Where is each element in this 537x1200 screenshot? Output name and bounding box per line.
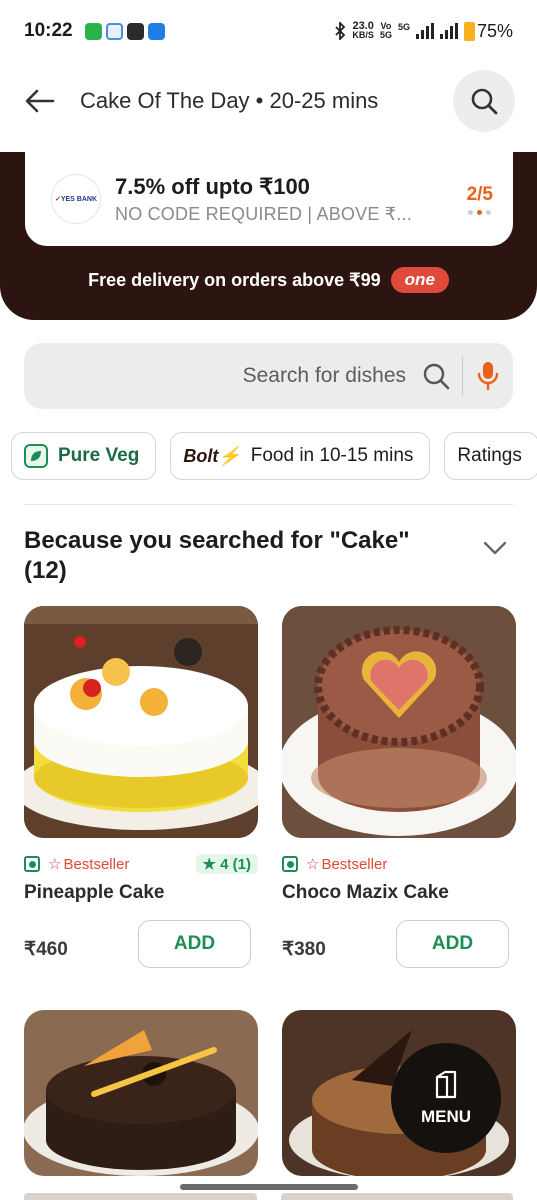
status-bar: 10:22 23.0 KB/S Vo 5G 5G 75% — [0, 0, 537, 62]
add-button[interactable]: ADD — [396, 920, 509, 968]
offer-card[interactable]: ✓ YES BANK 7.5% off upto ₹100 NO CODE REQ… — [25, 152, 513, 246]
offer-subtitle: NO CODE REQUIRED | ABOVE ₹... — [115, 203, 412, 224]
rating-pill: ★ 4 (1) — [195, 854, 258, 874]
one-badge: one — [390, 267, 449, 293]
filter-bolt[interactable]: Bolt⚡ Food in 10-15 mins — [170, 432, 431, 480]
veg-indicator-icon — [282, 856, 298, 872]
cake-illustration — [24, 606, 258, 838]
add-button[interactable]: ADD — [138, 920, 251, 968]
veg-indicator-icon — [24, 856, 40, 872]
section-title-line1: Because you searched for "Cake" — [24, 527, 410, 554]
rating-value: 4 (1) — [220, 856, 251, 873]
free-delivery-banner: Free delivery on orders above ₹99 one — [0, 267, 537, 293]
notification-icons — [84, 22, 165, 40]
microphone-icon[interactable] — [477, 361, 499, 391]
menu-button-label: MENU — [420, 1107, 472, 1126]
offer-dots — [467, 209, 493, 215]
offer-text: 7.5% off upto ₹100 NO CODE REQUIRED | AB… — [115, 174, 467, 225]
search-icon — [423, 363, 450, 390]
bestseller-star-icon: ☆ — [306, 856, 320, 873]
section-title: Because you searched for "Cake" (12) — [24, 526, 444, 586]
search-icon — [471, 88, 498, 115]
battery: 75% — [463, 20, 513, 42]
network-type: 5G — [397, 21, 410, 32]
status-time: 10:22 — [24, 20, 73, 41]
leaf-icon — [24, 444, 48, 468]
item-meta: ☆ Bestseller — [282, 852, 516, 876]
item-name: Pineapple Cake — [24, 882, 165, 903]
filter-ratings-label: Ratings — [457, 445, 522, 466]
bolt-logo: Bolt⚡ — [183, 446, 240, 467]
lightning-icon: ⚡ — [218, 445, 241, 466]
battery-icon — [463, 21, 475, 41]
truecaller-icon — [147, 22, 165, 40]
back-button[interactable] — [0, 62, 80, 140]
battery-percent: 75% — [476, 20, 513, 41]
choco-mazix-cake-image[interactable] — [282, 606, 516, 838]
menu-book-icon — [435, 1070, 457, 1099]
next-row-preview — [24, 1193, 513, 1200]
item-meta: ☆ Bestseller ★ 4 (1) — [24, 852, 258, 876]
signal-icon-2 — [439, 23, 458, 39]
whatsapp-icon — [84, 22, 102, 40]
net-speed: 23.0 KB/S — [352, 21, 374, 40]
dish-search-bar[interactable]: Search for dishes — [24, 343, 513, 409]
photos-icon — [105, 22, 123, 40]
filter-pure-veg-label: Pure Veg — [58, 445, 140, 466]
bank-logo-icon: ✓ YES BANK — [51, 174, 101, 224]
bestseller-badge: Bestseller — [63, 855, 130, 873]
section-count: (12) — [24, 557, 67, 584]
offer-band: ✓ YES BANK 7.5% off upto ₹100 NO CODE REQ… — [0, 152, 537, 320]
bolt-brand: Bolt — [183, 445, 219, 466]
free-delivery-text: Free delivery on orders above ₹99 — [88, 269, 381, 290]
bank-name: YES BANK — [60, 195, 98, 203]
filter-ratings[interactable]: Ratings — [444, 432, 537, 480]
section-divider — [24, 504, 513, 505]
offer-page-number: 2/5 — [466, 183, 493, 205]
cake-illustration — [282, 606, 516, 838]
header-search-button[interactable] — [453, 70, 515, 132]
signal-icon-1 — [415, 23, 434, 39]
filter-chips: Pure Veg Bolt⚡ Food in 10-15 mins Rating… — [11, 432, 537, 480]
top-header: Cake Of The Day • 20-25 mins — [0, 62, 537, 140]
menu-item-card[interactable]: ☆ Bestseller Choco Mazix Cake ₹380 ADD — [282, 606, 516, 968]
back-arrow-icon — [25, 89, 55, 113]
search-input[interactable]: Search for dishes — [243, 364, 406, 388]
restaurant-title: Cake Of The Day • 20-25 mins — [80, 88, 379, 113]
menu-item-card[interactable]: ☆ Bestseller ★ 4 (1) Pineapple Cake ₹460… — [24, 606, 258, 968]
item-name: Choco Mazix Cake — [282, 882, 449, 903]
cake-illustration — [24, 1010, 258, 1176]
item-price: ₹460 — [24, 939, 68, 960]
filter-bolt-label: Food in 10-15 mins — [250, 445, 414, 466]
chevron-down-icon[interactable] — [482, 540, 508, 556]
search-divider — [462, 356, 463, 396]
bluetooth-icon — [335, 22, 346, 40]
home-indicator[interactable] — [180, 1184, 358, 1190]
offer-title: 7.5% off upto ₹100 — [115, 173, 310, 199]
status-right: 23.0 KB/S Vo 5G 5G 75% — [334, 21, 513, 42]
item-price: ₹380 — [282, 939, 326, 960]
bestseller-star-icon: ☆ — [48, 856, 62, 873]
filter-pure-veg[interactable]: Pure Veg — [11, 432, 157, 480]
chocolate-cake-image[interactable] — [24, 1010, 258, 1176]
net-speed-unit: KB/S — [352, 30, 374, 40]
volte-indicator: Vo 5G — [380, 22, 392, 40]
offer-pager: 2/5 — [467, 184, 493, 215]
rating-star-icon: ★ — [202, 856, 221, 873]
menu-button[interactable]: MENU — [391, 1043, 501, 1153]
bestseller-badge: Bestseller — [321, 855, 388, 873]
volte-bottom: 5G — [379, 30, 392, 40]
threads-icon — [126, 22, 144, 40]
pineapple-cake-image[interactable] — [24, 606, 258, 838]
